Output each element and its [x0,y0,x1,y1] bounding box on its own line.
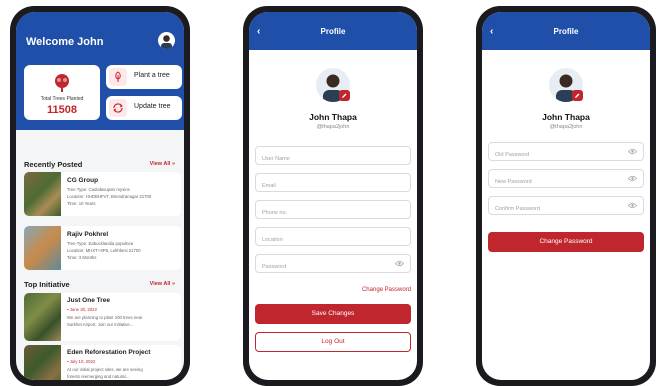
total-trees-card: Total Trees Planted 11508 [24,65,100,120]
username-input[interactable] [256,150,392,168]
phone-change-password: ‹ Profile John Thapa @thapa2john Change … [476,6,656,386]
top-initiative-title: Top Initiative [24,280,70,289]
post-line: Tree Type: Eabucklandia populnea [67,241,134,246]
post-line: Location: HHDBHFVT, Birendranagar 21700 [67,194,152,199]
profile-name: John Thapa [309,112,357,122]
edit-icon [342,93,347,98]
initiative-title: Just One Tree [67,297,110,304]
initiative-image [24,345,61,380]
eye-icon[interactable] [628,175,637,182]
tree-icon [52,73,72,93]
avatar[interactable] [158,32,175,49]
total-trees-value: 11508 [47,104,77,116]
avatar-icon [161,35,172,49]
change-password-link[interactable]: Change Password [362,287,411,293]
post-title: Rajiv Pokhrel [67,231,109,238]
profile-handle: @thapa2john [316,124,350,130]
recently-posted-title: Recently Posted [24,160,83,169]
initiative-view-all-link[interactable]: View All » [150,281,175,287]
initiative-image [24,293,61,341]
post-line: Tree Type: Castalavupsis mysins [67,187,130,192]
password-field[interactable] [255,254,411,276]
phone-input[interactable] [256,204,392,222]
edit-icon [575,93,580,98]
email-field[interactable] [255,173,411,195]
initiative-date-text: June 30, 2022 [69,307,97,312]
recently-view-all-link[interactable]: View All » [150,161,175,167]
initiative-date: ▪ July 10, 2022 [67,359,95,364]
plant-tree-button[interactable]: Plant a tree [106,65,182,89]
list-item[interactable]: CG Group Tree Type: Castalavupsis mysins… [24,172,181,216]
location-field[interactable] [255,227,411,249]
initiative-date: ▪ June 30, 2022 [67,307,97,312]
logout-button[interactable]: Log Out [255,332,411,352]
initiative-desc: At our initial project sites, we are see… [67,367,143,372]
total-trees-label: Total Trees Planted [40,96,84,102]
post-image [24,226,61,270]
phone-home: Welcome John Total Trees Planted 11508 P… [10,6,190,386]
post-line: Time: 3 Months [67,255,97,260]
post-title: CG Group [67,177,99,184]
email-input[interactable] [256,177,392,195]
new-password-field[interactable] [488,169,644,191]
page-title: Profile [553,27,579,36]
eye-icon[interactable] [628,202,637,209]
initiative-desc: Surkhet Airport. Join our initiative... [67,322,134,327]
phone-field[interactable] [255,200,411,222]
phone-profile: ‹ Profile John Thapa @thapa2john Change … [243,6,423,386]
eye-icon[interactable] [628,148,637,155]
change-password-button[interactable]: Change Password [488,232,644,252]
initiative-desc: We are planning to plant 100 trees near [67,315,143,320]
save-button[interactable]: Save Changes [255,304,411,324]
old-password-field[interactable] [488,142,644,164]
list-item[interactable]: Rajiv Pokhrel Tree Type: Eabucklandia po… [24,226,181,270]
edit-avatar-button[interactable] [339,90,350,101]
post-line: Time: 10 Years [67,201,96,206]
profile-name: John Thapa [542,112,590,122]
list-item[interactable]: Just One Tree ▪ June 30, 2022 We are pla… [24,293,181,341]
edit-avatar-button[interactable] [572,90,583,101]
initiative-date-text: July 10, 2022 [69,359,96,364]
eye-icon[interactable] [395,260,404,267]
post-image [24,172,61,216]
tree-icon [109,68,127,86]
profile-screen: ‹ Profile John Thapa @thapa2john Change … [249,12,417,380]
location-input[interactable] [256,231,392,249]
password-screen: ‹ Profile John Thapa @thapa2john Change … [482,12,650,380]
initiative-title: Eden Reforestation Project [67,349,151,356]
page-title: Profile [320,27,346,36]
welcome-title: Welcome John [26,36,104,48]
old-password-input[interactable] [489,146,625,164]
home-screen: Welcome John Total Trees Planted 11508 P… [16,12,184,380]
plant-tree-label: Plant a tree [134,72,170,79]
initiative-desc: forests reemerging and natural... [67,374,130,379]
list-item[interactable]: Eden Reforestation Project ▪ July 10, 20… [24,345,181,380]
update-tree-label: Update tree [134,103,171,110]
password-input[interactable] [256,258,392,276]
refresh-icon [109,99,127,117]
post-line: Location: MHXT+9P5, Lekhbesi 21700 [67,248,141,253]
update-tree-button[interactable]: Update tree [106,96,182,120]
profile-handle: @thapa2john [549,124,583,130]
confirm-password-input[interactable] [489,200,625,218]
new-password-input[interactable] [489,173,625,191]
confirm-password-field[interactable] [488,196,644,218]
username-field[interactable] [255,146,411,168]
